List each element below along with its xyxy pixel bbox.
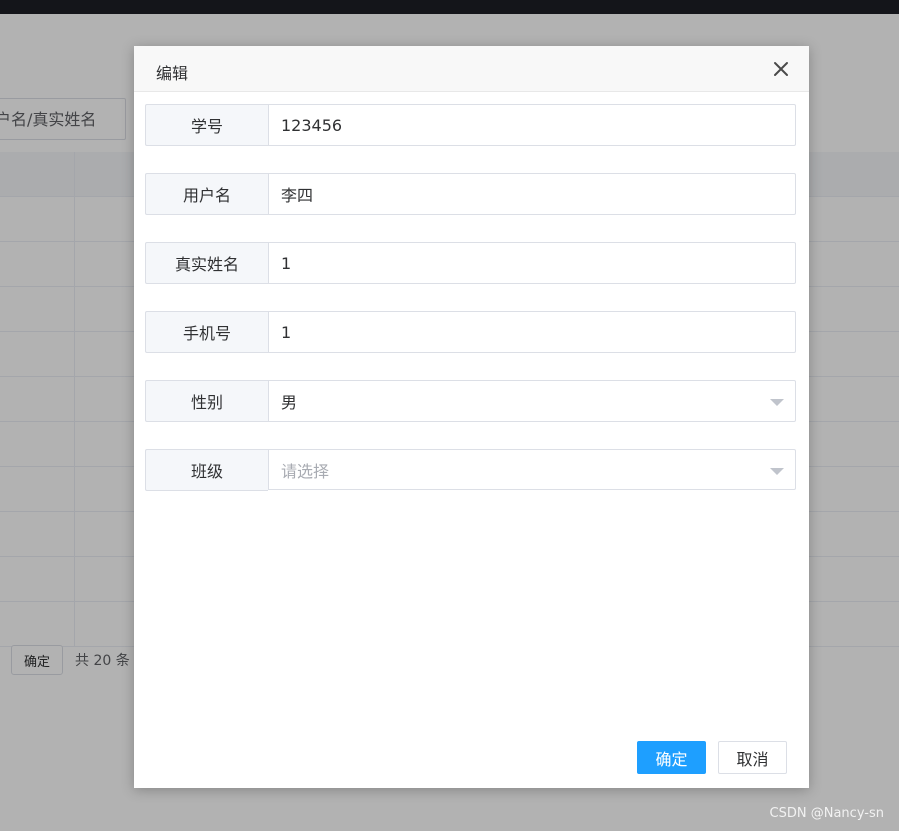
gender-select-value: 男 xyxy=(281,393,298,412)
chevron-down-icon xyxy=(770,468,784,475)
class-select-placeholder: 请选择 xyxy=(281,461,330,481)
form-row-class: 班级 请选择 xyxy=(145,449,796,491)
student-id-label: 学号 xyxy=(145,104,268,146)
phone-input[interactable]: 1 xyxy=(268,311,796,353)
form-row-gender: 性别 男 xyxy=(145,380,796,422)
dialog-footer: 确定 取消 xyxy=(637,741,787,774)
real-name-label: 真实姓名 xyxy=(145,242,268,284)
form-row-student-id: 学号 123456 xyxy=(145,104,796,146)
gender-label: 性别 xyxy=(145,380,268,422)
chevron-down-icon xyxy=(770,399,784,406)
student-id-input[interactable]: 123456 xyxy=(268,104,796,146)
close-icon[interactable] xyxy=(771,59,791,79)
class-label: 班级 xyxy=(145,449,268,491)
cancel-button[interactable]: 取消 xyxy=(718,741,787,774)
class-select[interactable]: 请选择 xyxy=(268,449,796,490)
watermark: CSDN @Nancy-sn xyxy=(769,806,884,821)
confirm-button[interactable]: 确定 xyxy=(637,741,706,774)
dialog-header: 编辑 xyxy=(134,46,809,92)
form-row-real-name: 真实姓名 1 xyxy=(145,242,796,284)
gender-select[interactable]: 男 xyxy=(268,380,796,422)
username-label: 用户名 xyxy=(145,173,268,215)
phone-label: 手机号 xyxy=(145,311,268,353)
form-row-username: 用户名 李四 xyxy=(145,173,796,215)
edit-form: 学号 123456 用户名 李四 真实姓名 1 手机号 1 性别 男 班级 请选… xyxy=(145,104,796,518)
edit-dialog: 编辑 学号 123456 用户名 李四 真实姓名 1 手机号 1 性别 男 班级… xyxy=(134,46,809,788)
form-row-phone: 手机号 1 xyxy=(145,311,796,353)
username-input[interactable]: 李四 xyxy=(268,173,796,215)
dialog-title: 编辑 xyxy=(156,64,189,83)
real-name-input[interactable]: 1 xyxy=(268,242,796,284)
